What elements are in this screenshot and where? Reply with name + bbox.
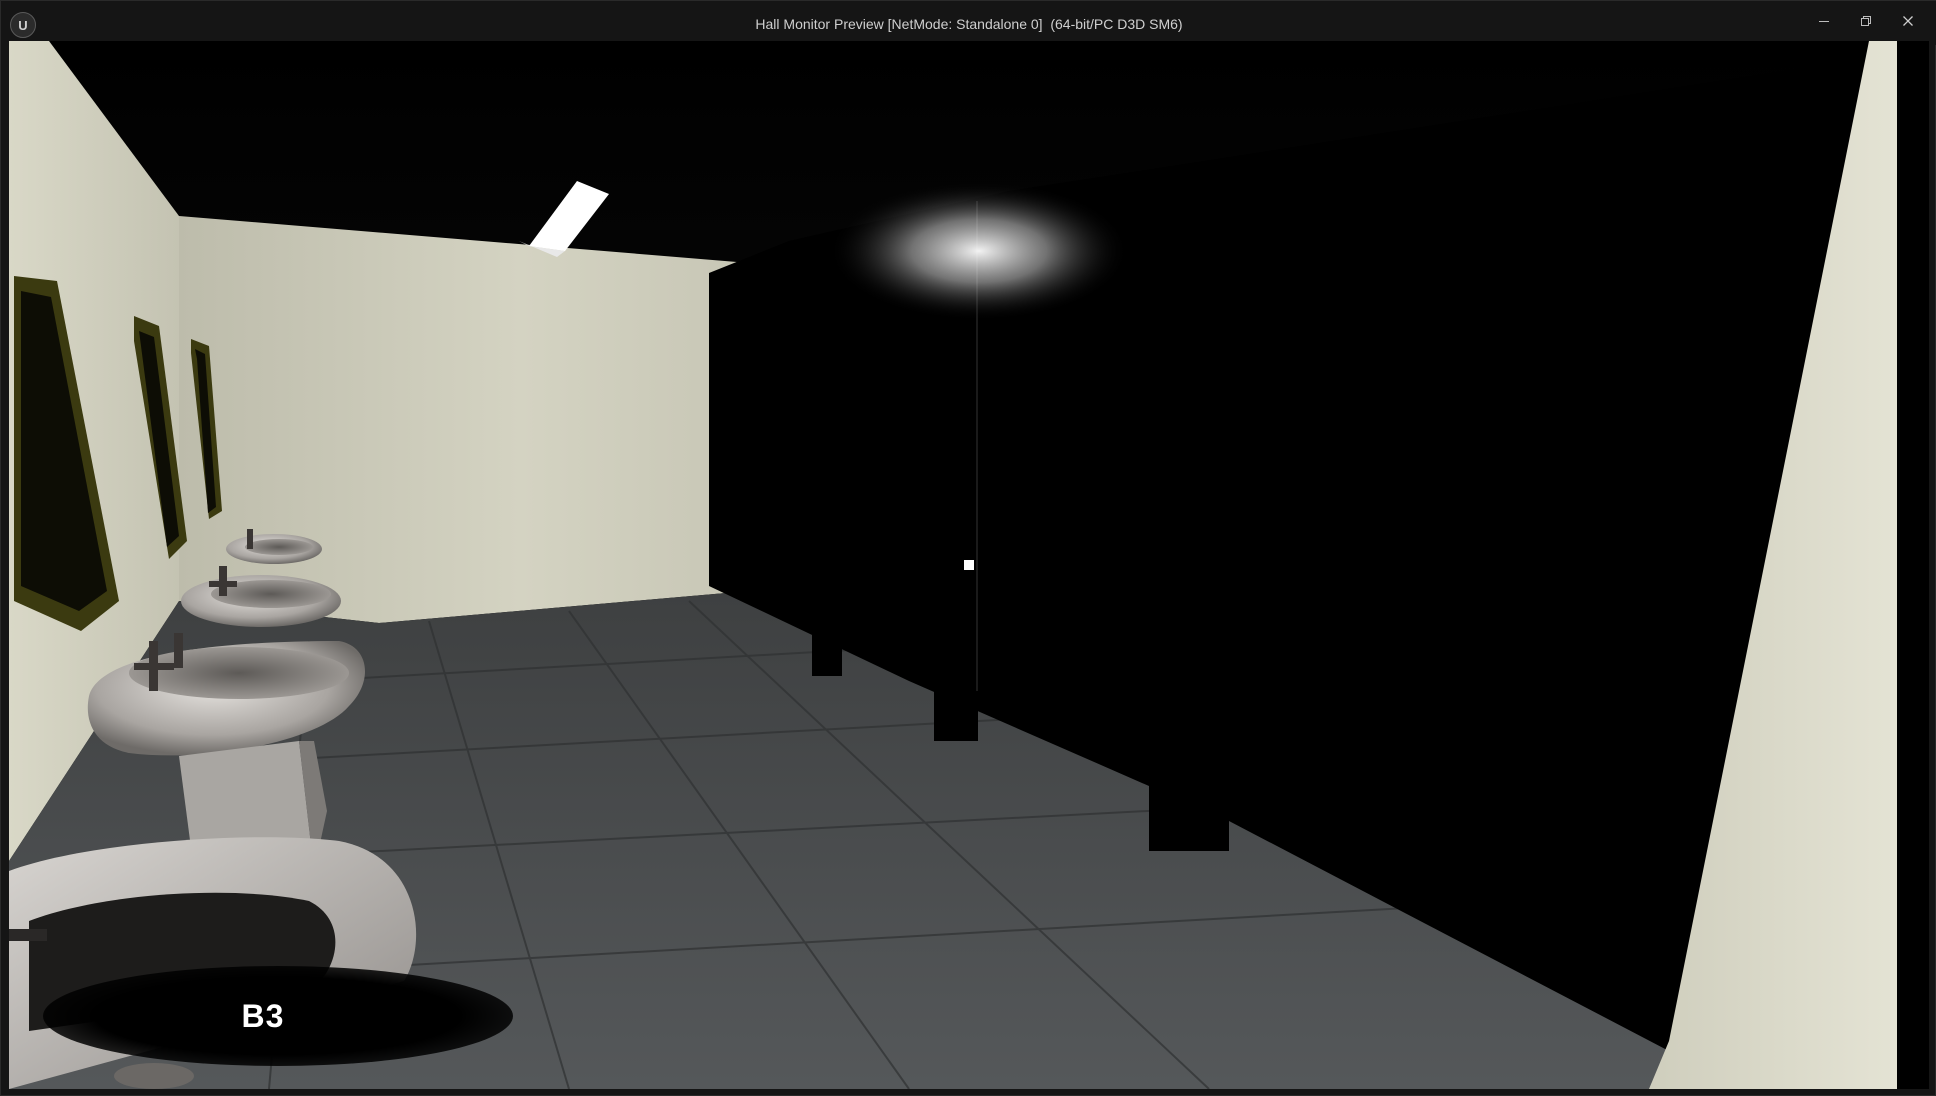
restore-icon <box>1861 16 1871 26</box>
floor-indicator: B3 <box>43 966 513 1066</box>
close-button[interactable] <box>1887 1 1929 41</box>
close-icon <box>1903 16 1913 26</box>
minimize-icon <box>1819 21 1829 22</box>
crosshair-dot <box>964 560 974 570</box>
game-window: U Hall Monitor Preview [NetMode: Standal… <box>0 0 1936 1096</box>
restore-button[interactable] <box>1845 1 1887 41</box>
game-viewport[interactable]: B3 <box>9 41 1929 1089</box>
title-bar[interactable]: U Hall Monitor Preview [NetMode: Standal… <box>1 1 1936 45</box>
minimize-button[interactable] <box>1803 1 1845 41</box>
floor-label-text: B3 <box>241 997 285 1034</box>
